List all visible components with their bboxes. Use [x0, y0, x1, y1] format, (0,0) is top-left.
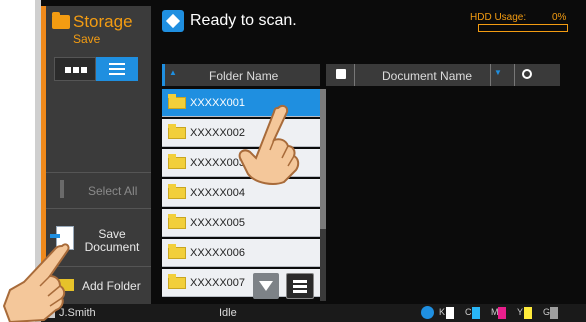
folder-icon	[168, 274, 186, 289]
divider	[490, 64, 491, 86]
toner-level-bar	[446, 307, 454, 319]
list-icon	[109, 73, 125, 75]
toner-label: C	[465, 307, 472, 317]
toner-level-bar	[472, 307, 480, 319]
storage-folder-icon	[52, 12, 70, 29]
folder-icon	[168, 214, 186, 229]
folder-icon	[168, 94, 186, 109]
document-name-header-label: Document Name	[382, 69, 473, 83]
footer: J.Smith Idle KCMYG	[41, 304, 586, 322]
app-brand: Storage Save	[49, 12, 149, 52]
folder-name: XXXXX007	[190, 277, 246, 289]
grid-icon	[73, 67, 79, 73]
divider	[354, 64, 355, 86]
divider	[514, 64, 515, 86]
machine-state: Idle	[219, 307, 237, 319]
status-text: Ready to scan.	[190, 12, 297, 29]
toner-label: G	[543, 307, 551, 317]
toner-indicator: G	[543, 307, 558, 319]
toner-level-bar	[550, 307, 558, 319]
toner-label: Y	[517, 307, 524, 317]
arrow-icon	[50, 234, 60, 238]
lock-icon	[336, 69, 346, 79]
hdd-usage-bar	[478, 24, 568, 32]
toner-indicator: K	[439, 307, 454, 319]
folder-name-header-label: Folder Name	[209, 69, 279, 83]
grid-icon	[81, 67, 87, 73]
app-title: Storage	[73, 12, 133, 31]
toner-indicator: C	[465, 307, 480, 319]
menu-icon	[293, 285, 307, 288]
folder-icon	[168, 244, 186, 259]
scrollbar-thumb[interactable]	[320, 89, 326, 229]
scan-icon	[162, 10, 184, 32]
clock-icon	[522, 69, 532, 79]
grid-icon	[65, 67, 71, 73]
select-all-icon	[60, 180, 64, 198]
hdd-usage-label: HDD Usage:	[470, 12, 527, 23]
toner-level-bar	[524, 307, 532, 319]
list-icon	[109, 63, 125, 65]
document-name-column-header[interactable]: Document Name ▼	[326, 64, 560, 86]
folder-icon	[168, 124, 186, 139]
toner-label: K	[439, 307, 446, 317]
pointing-hand-icon	[238, 104, 300, 185]
pointing-hand-icon	[2, 243, 70, 322]
grid-view-button[interactable]	[54, 57, 96, 81]
sort-icon: ▲	[169, 68, 177, 77]
folder-name: XXXXX006	[190, 247, 246, 259]
folder-icon	[168, 154, 186, 169]
toner-level-bar	[498, 307, 506, 319]
list-view-button[interactable]	[96, 57, 138, 81]
folder-icon	[168, 184, 186, 199]
select-all-label: Select All	[88, 184, 138, 198]
folder-row[interactable]: XXXXX005	[162, 209, 320, 237]
refresh-icon	[421, 306, 434, 319]
scroll-down-button[interactable]	[253, 273, 279, 299]
view-toggle	[54, 57, 138, 81]
toner-indicator: M	[491, 307, 506, 319]
sort-icon: ▼	[494, 68, 502, 77]
save-document-label: Save Document	[84, 227, 140, 254]
divider	[46, 172, 151, 173]
folder-name: XXXXX005	[190, 217, 246, 229]
add-folder-label: Add Folder	[82, 279, 141, 293]
hdd-usage-percent: 0%	[552, 12, 567, 23]
folder-name-column-header[interactable]: ▲ Folder Name	[162, 64, 320, 86]
select-all-button[interactable]: Select All	[46, 176, 151, 204]
menu-icon	[293, 280, 307, 283]
folder-row[interactable]: XXXXX006	[162, 239, 320, 267]
folder-name: XXXXX004	[190, 187, 246, 199]
list-icon	[109, 68, 125, 70]
menu-button[interactable]	[286, 273, 314, 299]
divider	[46, 208, 151, 209]
menu-icon	[293, 290, 307, 293]
toner-indicator: Y	[517, 307, 532, 319]
app-subtitle: Save	[73, 32, 101, 46]
